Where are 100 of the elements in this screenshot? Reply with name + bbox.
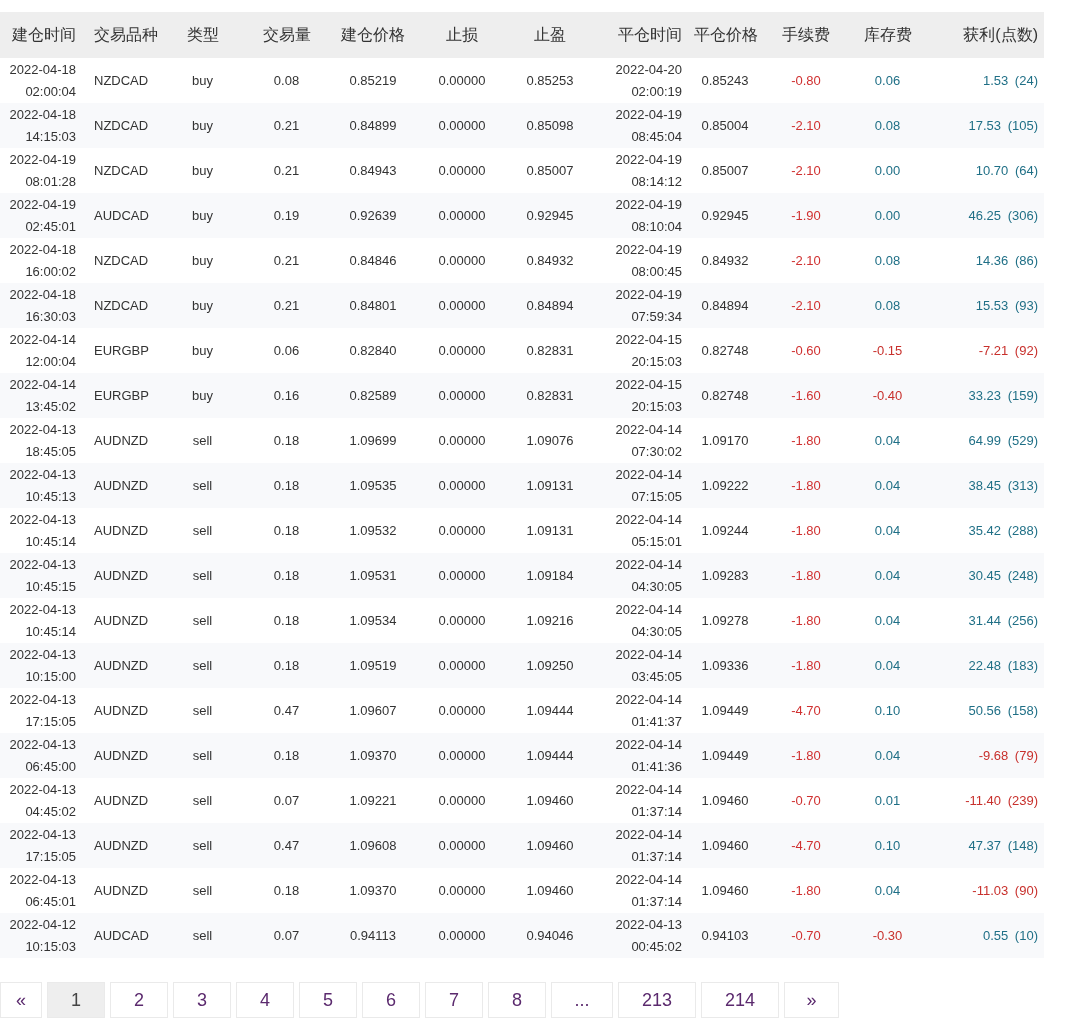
table-cell-text: 0.00000 (437, 791, 487, 810)
page-button[interactable]: « (0, 982, 42, 1018)
table-cell-text: 0.85098 (525, 116, 575, 135)
table-cell-text: 14.36 (86) (974, 251, 1039, 270)
table-cell-text: 0.84932 (700, 251, 750, 270)
table-cell-text: 2022-04-12 10:15:03 (8, 915, 77, 956)
table-cell-text: -0.30 (871, 926, 904, 945)
table-cell-text: 46.25 (306) (967, 206, 1039, 225)
table-cell-text: 38.45 (313) (967, 476, 1039, 495)
table-cell-text: 1.09184 (525, 566, 575, 585)
page-button[interactable]: 4 (236, 982, 294, 1018)
table-cell-text: 0.00000 (437, 566, 487, 585)
table-cell-text: 0.82840 (348, 341, 398, 360)
table-cell-text: 0.04 (873, 431, 902, 450)
table-cell-text: NZDCAD (93, 116, 150, 135)
table-cell-text: 0.08 (272, 71, 301, 90)
table-cell-text: 0.00000 (437, 476, 487, 495)
table-cell-text: 22.48 (183) (967, 656, 1039, 675)
table-cell-text: -7.21 (92) (977, 341, 1039, 360)
table-cell-text: 0.84846 (348, 251, 398, 270)
table-cell-text: 0.16 (272, 386, 301, 405)
table-cell-text: NZDCAD (93, 161, 150, 180)
table-cell-text: 0.18 (272, 746, 301, 765)
table-cell-text: 50.56 (158) (967, 701, 1039, 720)
page-button[interactable]: 214 (701, 982, 779, 1018)
table-cell-text: 0.00000 (437, 836, 487, 855)
table-cell-text: 2022-04-18 16:00:02 (8, 240, 77, 281)
table-cell-text: 2022-04-14 05:15:01 (614, 510, 683, 551)
table-cell-text: NZDCAD (93, 296, 150, 315)
table-cell-text: 1.09131 (525, 476, 575, 495)
table-cell-text: -2.10 (790, 251, 822, 270)
column-header: 建仓时间 (11, 24, 77, 45)
table-cell-text: -1.90 (790, 206, 822, 225)
table-cell-text: AUDNZD (93, 521, 150, 540)
page-button[interactable]: ... (551, 982, 613, 1018)
table-cell-text: 0.04 (873, 521, 902, 540)
page-button[interactable]: 213 (618, 982, 696, 1018)
table-cell-text: 2022-04-18 14:15:03 (8, 105, 77, 146)
table-cell-text: -9.68 (79) (977, 746, 1039, 765)
table-cell-text: EURGBP (93, 341, 150, 360)
table-cell-text: -4.70 (790, 701, 822, 720)
table-cell-text: -1.80 (790, 476, 822, 495)
table-cell-text: 1.09278 (700, 611, 750, 630)
table-cell-text: 0.84943 (348, 161, 398, 180)
table-cell-text: -4.70 (790, 836, 822, 855)
table-cell-text: 0.08 (873, 296, 902, 315)
table-cell-text: buy (191, 116, 214, 135)
table-cell-text: 2022-04-13 04:45:02 (8, 780, 77, 821)
table-cell-text: AUDNZD (93, 791, 150, 810)
table-cell-text: 1.09608 (348, 836, 398, 855)
table-cell-text: sell (191, 566, 214, 585)
table-cell-text: 1.09444 (525, 746, 575, 765)
table-cell-text: 2022-04-15 20:15:03 (614, 330, 683, 371)
table-cell-text: AUDNZD (93, 881, 150, 900)
table-cell-text: AUDNZD (93, 836, 150, 855)
page-button[interactable]: 2 (110, 982, 168, 1018)
table-cell-text: 1.09607 (348, 701, 398, 720)
table-cell-text: 17.53 (105) (967, 116, 1039, 135)
column-header: 止损 (445, 24, 479, 45)
table-cell-text: sell (191, 881, 214, 900)
table-cell-text: AUDNZD (93, 746, 150, 765)
table-cell-text: 0.04 (873, 746, 902, 765)
column-header: 平仓时间 (617, 24, 683, 45)
column-header: 手续费 (781, 24, 831, 45)
page-button[interactable]: 8 (488, 982, 546, 1018)
table-cell-text: AUDNZD (93, 476, 150, 495)
page-button[interactable]: 6 (362, 982, 420, 1018)
table-cell-text: 1.09222 (700, 476, 750, 495)
table-cell-text: NZDCAD (93, 71, 150, 90)
column-header: 止盈 (533, 24, 567, 45)
table-cell-text: 0.21 (272, 116, 301, 135)
table-cell-text: 0.94046 (525, 926, 575, 945)
page-button[interactable]: » (784, 982, 839, 1018)
table-cell-text: 0.00000 (437, 746, 487, 765)
table-cell-text: 1.09460 (700, 836, 750, 855)
table-cell-text: 2022-04-14 01:41:36 (614, 735, 683, 776)
table-cell-text: AUDNZD (93, 611, 150, 630)
table-cell-text: buy (191, 251, 214, 270)
table-cell-text: 0.00000 (437, 431, 487, 450)
table-cell-text: 1.09370 (348, 881, 398, 900)
table-cell-text: 0.00000 (437, 206, 487, 225)
page-button[interactable]: 7 (425, 982, 483, 1018)
table-cell-text: 2022-04-19 08:01:28 (8, 150, 77, 191)
table-cell-text: sell (191, 611, 214, 630)
table-cell-text: 64.99 (529) (967, 431, 1039, 450)
table-cell-text: 2022-04-19 08:45:04 (614, 105, 683, 146)
table-cell-text: 0.08 (873, 251, 902, 270)
table-cell-text: 0.84894 (525, 296, 575, 315)
table-cell-text: 0.00000 (437, 341, 487, 360)
table-cell-text: 2022-04-14 03:45:05 (614, 645, 683, 686)
table-cell-text: 0.04 (873, 656, 902, 675)
table-cell-text: 0.10 (873, 701, 902, 720)
table-cell-text: 1.09370 (348, 746, 398, 765)
table-cell-text: 0.06 (272, 341, 301, 360)
table-cell-text: 2022-04-14 01:37:14 (614, 780, 683, 821)
page-button[interactable]: 5 (299, 982, 357, 1018)
table-cell-text: 1.09250 (525, 656, 575, 675)
table-cell-text: 0.07 (272, 791, 301, 810)
page-button[interactable]: 1 (47, 982, 105, 1018)
page-button[interactable]: 3 (173, 982, 231, 1018)
